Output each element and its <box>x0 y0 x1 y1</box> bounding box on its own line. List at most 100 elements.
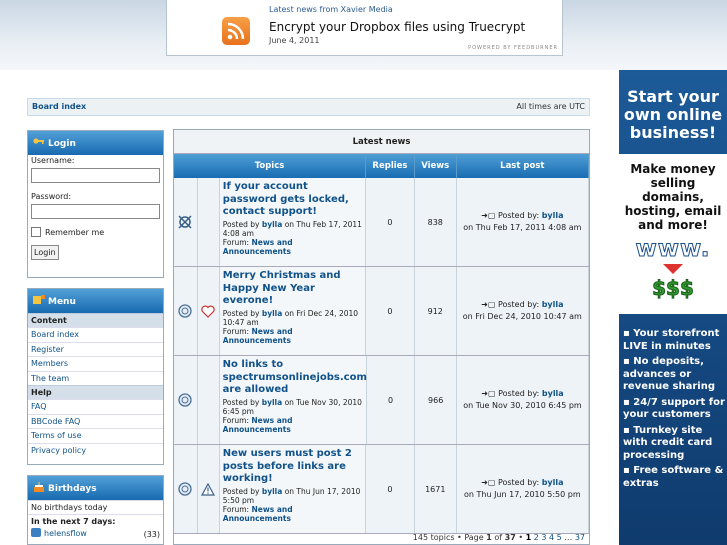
global-announcement-icon <box>174 178 198 266</box>
last-author-link[interactable]: bylla <box>542 389 564 398</box>
topic-title-link[interactable]: New users must post 2 posts before links… <box>223 448 362 486</box>
col-views: Views <box>415 154 457 178</box>
table-row: If your account password gets locked, co… <box>174 178 589 267</box>
menu-item-the-team[interactable]: The team <box>28 370 163 386</box>
menu-link[interactable]: Board index <box>31 330 79 339</box>
author-link[interactable]: bylla <box>262 220 282 229</box>
money-icon: $$$ <box>652 276 695 301</box>
login-title: Login <box>48 139 76 149</box>
rss-icon[interactable] <box>222 17 250 45</box>
password-input[interactable] <box>31 204 160 219</box>
views-count: 1671 <box>415 445 457 533</box>
forum-label: Forum: <box>222 415 249 425</box>
news-feed-widget[interactable]: Latest news from Xavier Media Encrypt yo… <box>166 0 563 56</box>
no-birthdays-today: No birthdays today <box>28 500 163 514</box>
last-post-date: on Thu Feb 17, 2011 4:08 am <box>463 223 582 232</box>
page-link-current: 1 <box>525 533 532 542</box>
topic-meta: Posted by bylla on Tue Nov 30, 2010 6:45… <box>223 398 363 434</box>
username-label: Username: <box>31 156 75 165</box>
col-last-post: Last post <box>457 154 589 178</box>
last-author-link[interactable]: bylla <box>542 300 564 309</box>
login-button[interactable]: Login <box>31 245 59 260</box>
topic-icon-empty <box>198 356 220 444</box>
author-link[interactable]: bylla <box>262 487 282 496</box>
page-link[interactable]: 3 <box>541 533 546 542</box>
birthday-user-link[interactable]: helensflow <box>44 529 87 538</box>
pagination-sep: • <box>518 533 524 542</box>
ad-feature: ▪ Your storefront LIVE in minutes <box>623 328 720 352</box>
page-link[interactable]: 5 <box>557 533 562 542</box>
table-row: No links to spectrumsonlinejobs.com are … <box>174 356 589 445</box>
last-post-date: on Tue Nov 30, 2010 6:45 pm <box>463 401 582 410</box>
topic-cell: Merry Christmas and Happy New Year evero… <box>219 267 367 355</box>
ad-features: ▪ Your storefront LIVE in minutes ▪ No d… <box>623 328 727 493</box>
birthdays-header: Birthdays <box>28 476 163 500</box>
table-row: New users must post 2 posts before links… <box>174 445 589 534</box>
menu-section-content: Content <box>28 313 163 327</box>
last-post-cell: ➜▢ Posted by: bylla on Thu Jun 17, 2010 … <box>457 445 589 533</box>
heart-icon <box>198 267 220 355</box>
topic-cell: No links to spectrumsonlinejobs.com are … <box>219 356 367 444</box>
powered-by[interactable]: POWERED BY FEEDBURNER <box>468 45 558 51</box>
replies-count: 0 <box>366 267 415 355</box>
menu-item-faq[interactable]: FAQ <box>28 399 163 414</box>
menu-item-bbcode-faq[interactable]: BBCode FAQ <box>28 413 163 429</box>
menu-link[interactable]: FAQ <box>31 402 47 411</box>
menu-icon <box>33 295 45 305</box>
ad-feature: ▪ 24/7 support for your customers <box>623 396 725 421</box>
last-author-link[interactable]: bylla <box>542 478 564 487</box>
key-icon <box>33 137 45 147</box>
posted-by-label: Posted by <box>222 486 260 496</box>
forum-label: Forum: <box>222 504 250 514</box>
arrow-down-icon <box>663 264 683 274</box>
topic-title-link[interactable]: Merry Christmas and Happy New Year evero… <box>223 270 362 308</box>
birthday-entry: helensflow (33) <box>28 528 163 540</box>
author-link[interactable]: bylla <box>262 398 282 407</box>
topic-title-link[interactable]: No links to spectrumsonlinejobs.com are … <box>223 359 367 397</box>
page-link[interactable]: 2 <box>534 533 539 542</box>
feed-headline[interactable]: Encrypt your Dropbox files using Truecry… <box>269 20 525 34</box>
last-author-link[interactable]: bylla <box>542 211 564 220</box>
page-link-last[interactable]: 37 <box>575 533 585 542</box>
author-link[interactable]: bylla <box>262 309 282 318</box>
last-post-cell: ➜▢ Posted by: bylla on Tue Nov 30, 2010 … <box>457 356 589 444</box>
menu-item-members[interactable]: Members <box>28 356 163 371</box>
goto-last-post-icon[interactable]: ➜▢ <box>481 211 495 220</box>
username-input[interactable] <box>31 168 160 183</box>
menu-item-board-index[interactable]: Board index <box>28 327 163 342</box>
topic-title-link[interactable]: If your account password gets locked, co… <box>223 181 362 219</box>
advertisement-banner[interactable]: Start your own online business! Make mon… <box>619 70 727 545</box>
feed-source[interactable]: Latest news from Xavier Media <box>269 5 393 14</box>
remember-me-checkbox[interactable] <box>31 227 41 237</box>
menu-link[interactable]: Privacy policy <box>31 446 86 455</box>
menu-link[interactable]: BBCode FAQ <box>31 417 80 426</box>
topic-read-icon <box>174 267 198 355</box>
menu-item-register[interactable]: Register <box>28 341 163 357</box>
ad-middle-panel: Make money selling domains, hosting, ema… <box>619 154 727 314</box>
menu-link[interactable]: The team <box>31 374 69 383</box>
total-pages: 37 <box>504 533 516 542</box>
goto-last-post-icon[interactable]: ➜▢ <box>481 478 495 487</box>
menu-item-terms[interactable]: Terms of use <box>28 428 163 443</box>
col-topics: Topics <box>174 154 367 178</box>
posted-by-label: Posted by <box>222 219 260 229</box>
latest-news-table: Latest news Topics Replies Views Last po… <box>173 129 590 545</box>
menu-link[interactable]: Register <box>31 345 64 354</box>
menu-header: Menu <box>28 289 163 313</box>
goto-last-post-icon[interactable]: ➜▢ <box>481 300 495 309</box>
goto-last-post-icon[interactable]: ➜▢ <box>481 389 495 398</box>
board-index-link[interactable]: Board index <box>32 102 86 111</box>
password-label: Password: <box>31 192 72 201</box>
birthdays-block: Birthdays No birthdays today In the next… <box>27 475 164 545</box>
last-post-label: Posted by: <box>497 478 540 487</box>
menu-block: Menu Content Board index Register Member… <box>27 288 164 465</box>
menu-item-privacy[interactable]: Privacy policy <box>28 442 163 458</box>
ad-www-text: www. <box>635 236 711 263</box>
menu-link[interactable]: Members <box>31 359 68 368</box>
last-post-label: Posted by: <box>497 300 540 309</box>
latest-news-title: Latest news <box>174 130 589 154</box>
page-link[interactable]: 4 <box>549 533 554 542</box>
replies-count: 0 <box>366 178 415 266</box>
menu-link[interactable]: Terms of use <box>31 431 82 440</box>
remember-me-row[interactable]: Remember me <box>28 225 163 239</box>
